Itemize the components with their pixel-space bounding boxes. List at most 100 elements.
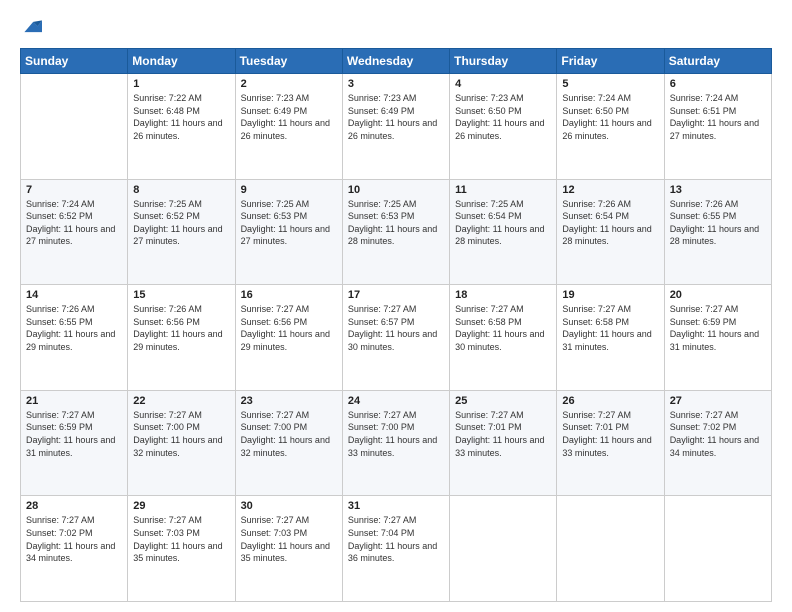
- calendar-cell: 10Sunrise: 7:25 AMSunset: 6:53 PMDayligh…: [342, 179, 449, 285]
- day-number: 29: [133, 500, 229, 512]
- logo: [20, 16, 46, 38]
- calendar-cell: 6 Sunrise: 7:24 AMSunset: 6:51 PMDaylight…: [664, 74, 771, 180]
- calendar-cell: 28 Sunrise: 7:27 AMSunset: 7:02 PMDayligh…: [21, 496, 128, 602]
- day-number: 26: [562, 395, 658, 407]
- calendar-week-row: 1 Sunrise: 7:22 AMSunset: 6:48 PMDaylight…: [21, 74, 772, 180]
- calendar-cell: 25 Sunrise: 7:27 AMSunset: 7:01 PMDayligh…: [450, 390, 557, 496]
- day-number: 11: [455, 184, 551, 196]
- day-number: 20: [670, 289, 766, 301]
- cell-text: Sunrise: 7:27 AMSunset: 7:02 PMDaylight:…: [670, 410, 759, 458]
- day-number: 13: [670, 184, 766, 196]
- calendar-cell: 17 Sunrise: 7:27 AMSunset: 6:57 PMDayligh…: [342, 285, 449, 391]
- calendar-cell: 20 Sunrise: 7:27 AMSunset: 6:59 PMDayligh…: [664, 285, 771, 391]
- cell-text: Sunrise: 7:27 AMSunset: 7:00 PMDaylight:…: [241, 410, 330, 458]
- cell-text: Sunrise: 7:22 AMSunset: 6:48 PMDaylight:…: [133, 93, 222, 141]
- cell-text: Sunrise: 7:26 AMSunset: 6:54 PMDaylight:…: [562, 199, 651, 247]
- day-number: 5: [562, 78, 658, 90]
- cell-text: Sunrise: 7:27 AMSunset: 7:02 PMDaylight:…: [26, 515, 115, 563]
- calendar-cell: 21Sunrise: 7:27 AMSunset: 6:59 PMDayligh…: [21, 390, 128, 496]
- calendar-week-row: 28 Sunrise: 7:27 AMSunset: 7:02 PMDayligh…: [21, 496, 772, 602]
- calendar-header-day: Saturday: [664, 49, 771, 74]
- cell-text: Sunrise: 7:27 AMSunset: 7:00 PMDaylight:…: [133, 410, 222, 458]
- calendar-cell: 13 Sunrise: 7:26 AMSunset: 6:55 PMDayligh…: [664, 179, 771, 285]
- cell-text: Sunrise: 7:27 AMSunset: 6:58 PMDaylight:…: [455, 304, 544, 352]
- calendar-cell: 8Sunrise: 7:25 AMSunset: 6:52 PMDaylight…: [128, 179, 235, 285]
- calendar-header-day: Friday: [557, 49, 664, 74]
- cell-text: Sunrise: 7:27 AMSunset: 7:01 PMDaylight:…: [562, 410, 651, 458]
- calendar-cell: 18 Sunrise: 7:27 AMSunset: 6:58 PMDayligh…: [450, 285, 557, 391]
- day-number: 3: [348, 78, 444, 90]
- calendar-header-row: SundayMondayTuesdayWednesdayThursdayFrid…: [21, 49, 772, 74]
- cell-text: Sunrise: 7:27 AMSunset: 6:56 PMDaylight:…: [241, 304, 330, 352]
- calendar-cell: [664, 496, 771, 602]
- day-number: 28: [26, 500, 122, 512]
- calendar-cell: 26 Sunrise: 7:27 AMSunset: 7:01 PMDayligh…: [557, 390, 664, 496]
- calendar-cell: [450, 496, 557, 602]
- cell-text: Sunrise: 7:24 AMSunset: 6:50 PMDaylight:…: [562, 93, 651, 141]
- calendar-cell: 27 Sunrise: 7:27 AMSunset: 7:02 PMDayligh…: [664, 390, 771, 496]
- day-number: 17: [348, 289, 444, 301]
- cell-text: Sunrise: 7:27 AMSunset: 6:58 PMDaylight:…: [562, 304, 651, 352]
- calendar-cell: 30 Sunrise: 7:27 AMSunset: 7:03 PMDayligh…: [235, 496, 342, 602]
- day-number: 12: [562, 184, 658, 196]
- calendar-cell: 31 Sunrise: 7:27 AMSunset: 7:04 PMDayligh…: [342, 496, 449, 602]
- day-number: 2: [241, 78, 337, 90]
- calendar-cell: 16 Sunrise: 7:27 AMSunset: 6:56 PMDayligh…: [235, 285, 342, 391]
- logo-icon: [20, 16, 42, 38]
- day-number: 4: [455, 78, 551, 90]
- cell-text: Sunrise: 7:27 AMSunset: 7:03 PMDaylight:…: [241, 515, 330, 563]
- day-number: 15: [133, 289, 229, 301]
- cell-text: Sunrise: 7:27 AMSunset: 6:57 PMDaylight:…: [348, 304, 437, 352]
- calendar-header-day: Thursday: [450, 49, 557, 74]
- calendar-cell: 7Sunrise: 7:24 AMSunset: 6:52 PMDaylight…: [21, 179, 128, 285]
- cell-text: Sunrise: 7:24 AMSunset: 6:51 PMDaylight:…: [670, 93, 759, 141]
- calendar-cell: 15 Sunrise: 7:26 AMSunset: 6:56 PMDayligh…: [128, 285, 235, 391]
- day-number: 16: [241, 289, 337, 301]
- calendar-cell: 12 Sunrise: 7:26 AMSunset: 6:54 PMDayligh…: [557, 179, 664, 285]
- cell-text: Sunrise: 7:25 AMSunset: 6:53 PMDaylight:…: [241, 199, 330, 247]
- calendar-header-day: Monday: [128, 49, 235, 74]
- calendar-cell: 1 Sunrise: 7:22 AMSunset: 6:48 PMDaylight…: [128, 74, 235, 180]
- day-number: 14: [26, 289, 122, 301]
- cell-text: Sunrise: 7:25 AMSunset: 6:53 PMDaylight:…: [348, 199, 437, 247]
- cell-text: Sunrise: 7:27 AMSunset: 7:03 PMDaylight:…: [133, 515, 222, 563]
- day-number: 19: [562, 289, 658, 301]
- cell-text: Sunrise: 7:25 AMSunset: 6:54 PMDaylight:…: [455, 199, 544, 247]
- cell-text: Sunrise: 7:23 AMSunset: 6:50 PMDaylight:…: [455, 93, 544, 141]
- cell-text: Sunrise: 7:26 AMSunset: 6:56 PMDaylight:…: [133, 304, 222, 352]
- cell-text: Sunrise: 7:24 AMSunset: 6:52 PMDaylight:…: [26, 199, 115, 247]
- day-number: 18: [455, 289, 551, 301]
- day-number: 9: [241, 184, 337, 196]
- calendar-cell: 5 Sunrise: 7:24 AMSunset: 6:50 PMDaylight…: [557, 74, 664, 180]
- cell-text: Sunrise: 7:27 AMSunset: 7:00 PMDaylight:…: [348, 410, 437, 458]
- day-number: 1: [133, 78, 229, 90]
- cell-text: Sunrise: 7:25 AMSunset: 6:52 PMDaylight:…: [133, 199, 222, 247]
- calendar-header-day: Tuesday: [235, 49, 342, 74]
- day-number: 30: [241, 500, 337, 512]
- calendar-header-day: Sunday: [21, 49, 128, 74]
- calendar-cell: 3 Sunrise: 7:23 AMSunset: 6:49 PMDaylight…: [342, 74, 449, 180]
- cell-text: Sunrise: 7:27 AMSunset: 7:04 PMDaylight:…: [348, 515, 437, 563]
- calendar-cell: [557, 496, 664, 602]
- cell-text: Sunrise: 7:26 AMSunset: 6:55 PMDaylight:…: [670, 199, 759, 247]
- cell-text: Sunrise: 7:27 AMSunset: 6:59 PMDaylight:…: [670, 304, 759, 352]
- calendar-cell: 9 Sunrise: 7:25 AMSunset: 6:53 PMDaylight…: [235, 179, 342, 285]
- calendar-cell: 14Sunrise: 7:26 AMSunset: 6:55 PMDayligh…: [21, 285, 128, 391]
- cell-text: Sunrise: 7:27 AMSunset: 7:01 PMDaylight:…: [455, 410, 544, 458]
- calendar-week-row: 14Sunrise: 7:26 AMSunset: 6:55 PMDayligh…: [21, 285, 772, 391]
- day-number: 27: [670, 395, 766, 407]
- day-number: 21: [26, 395, 122, 407]
- calendar-cell: 29 Sunrise: 7:27 AMSunset: 7:03 PMDayligh…: [128, 496, 235, 602]
- calendar-header-day: Wednesday: [342, 49, 449, 74]
- cell-text: Sunrise: 7:23 AMSunset: 6:49 PMDaylight:…: [348, 93, 437, 141]
- day-number: 25: [455, 395, 551, 407]
- cell-text: Sunrise: 7:23 AMSunset: 6:49 PMDaylight:…: [241, 93, 330, 141]
- calendar-cell: 4 Sunrise: 7:23 AMSunset: 6:50 PMDaylight…: [450, 74, 557, 180]
- calendar-cell: 22 Sunrise: 7:27 AMSunset: 7:00 PMDayligh…: [128, 390, 235, 496]
- calendar-week-row: 21Sunrise: 7:27 AMSunset: 6:59 PMDayligh…: [21, 390, 772, 496]
- day-number: 6: [670, 78, 766, 90]
- calendar-cell: 11 Sunrise: 7:25 AMSunset: 6:54 PMDayligh…: [450, 179, 557, 285]
- day-number: 31: [348, 500, 444, 512]
- calendar-cell: 23Sunrise: 7:27 AMSunset: 7:00 PMDayligh…: [235, 390, 342, 496]
- day-number: 22: [133, 395, 229, 407]
